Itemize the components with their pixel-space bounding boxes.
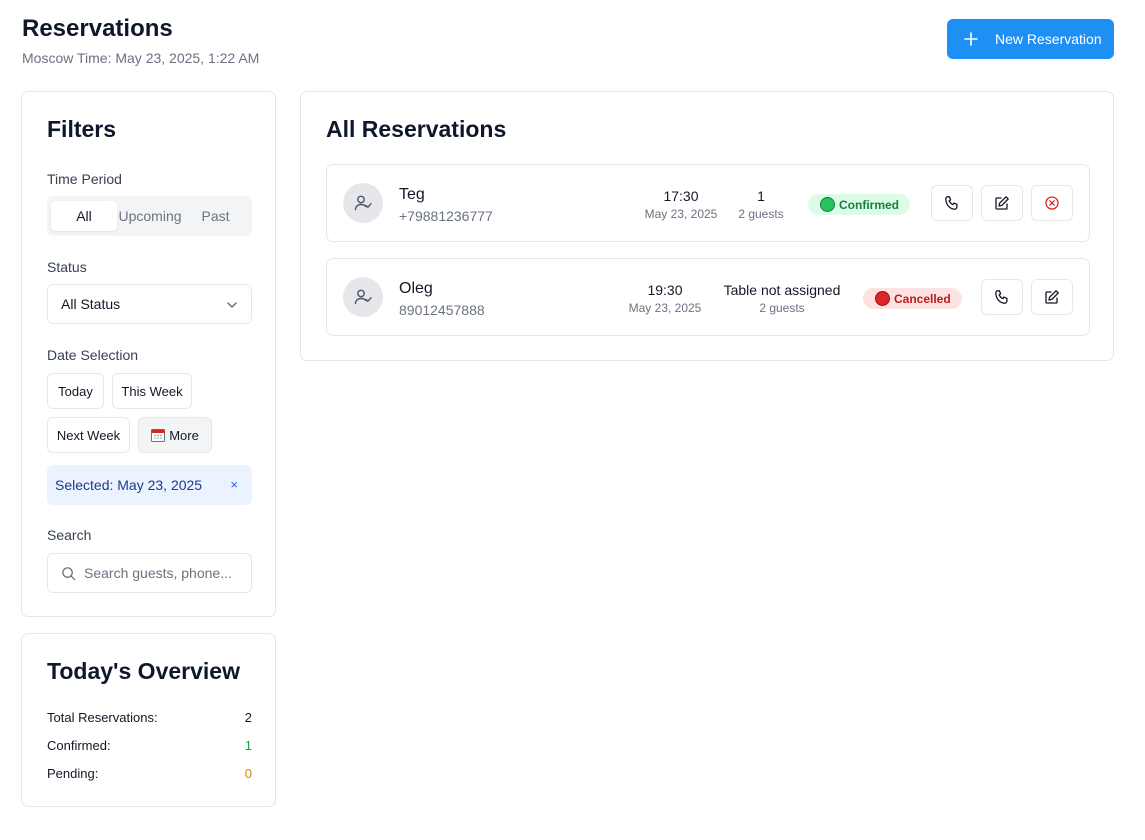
reservation-table-block: 1 2 guests bbox=[731, 188, 791, 221]
search-icon bbox=[62, 566, 76, 580]
time-period-all[interactable]: All bbox=[51, 201, 117, 231]
time-period-label: Time Period bbox=[47, 171, 122, 187]
search-label: Search bbox=[47, 527, 92, 543]
plus-icon bbox=[964, 32, 978, 46]
guest-phone: +79881236777 bbox=[399, 208, 493, 224]
edit-icon bbox=[1045, 290, 1059, 304]
date-more-button[interactable]: More bbox=[138, 417, 212, 453]
status-select-value: All Status bbox=[61, 296, 121, 312]
phone-icon bbox=[945, 196, 958, 210]
reservation-table: Table not assigned bbox=[723, 282, 841, 298]
clear-date-button[interactable]: × bbox=[230, 477, 238, 492]
selected-date-box: Selected: May 23, 2025 × bbox=[47, 465, 252, 505]
overview-pending-label: Pending: bbox=[47, 766, 99, 781]
user-check-icon bbox=[354, 289, 372, 305]
time-period-upcoming[interactable]: Upcoming bbox=[117, 201, 183, 231]
overview-pending-value: 0 bbox=[244, 766, 252, 781]
reservation-time-block: 19:30 May 23, 2025 bbox=[625, 282, 705, 315]
overview-confirmed-row: Confirmed: 1 bbox=[47, 738, 252, 753]
call-button[interactable] bbox=[931, 185, 973, 221]
overview-confirmed-label: Confirmed: bbox=[47, 738, 111, 753]
reservation-row[interactable]: Oleg 89012457888 19:30 May 23, 2025 Tabl… bbox=[326, 258, 1090, 336]
call-button[interactable] bbox=[981, 279, 1023, 315]
reservation-guests: 2 guests bbox=[759, 301, 805, 315]
overview-title: Today's Overview bbox=[47, 658, 240, 684]
page-title: Reservations bbox=[22, 15, 173, 42]
reservation-table: 1 bbox=[757, 188, 765, 204]
overview-total-label: Total Reservations: bbox=[47, 710, 158, 725]
todays-overview-panel: Today's Overview Total Reservations: 2 C… bbox=[21, 633, 276, 807]
overview-pending-row: Pending: 0 bbox=[47, 766, 252, 781]
user-check-icon bbox=[354, 195, 372, 211]
reservation-date: May 23, 2025 bbox=[644, 207, 718, 221]
filters-title: Filters bbox=[47, 116, 117, 142]
status-dot-icon bbox=[875, 291, 890, 306]
all-reservations-panel: All Reservations Teg +79881236777 17:30 … bbox=[300, 91, 1114, 361]
date-this-week-button[interactable]: This Week bbox=[112, 373, 192, 409]
status-select[interactable]: All Status bbox=[47, 284, 252, 324]
reservations-title: All Reservations bbox=[326, 116, 507, 142]
edit-icon bbox=[995, 196, 1009, 210]
edit-button[interactable] bbox=[981, 185, 1023, 221]
phone-icon bbox=[995, 290, 1008, 304]
date-today-button[interactable]: Today bbox=[47, 373, 104, 409]
status-dot-icon bbox=[820, 197, 835, 212]
status-badge: Cancelled bbox=[863, 288, 962, 309]
calendar-icon bbox=[151, 428, 166, 442]
new-reservation-button[interactable]: New Reservation bbox=[947, 19, 1114, 59]
overview-total-value: 2 bbox=[244, 710, 252, 725]
reservation-time: 17:30 bbox=[663, 188, 699, 204]
status-badge-label: Cancelled bbox=[894, 291, 951, 306]
reservation-guests: 2 guests bbox=[738, 207, 784, 221]
status-badge-label: Confirmed bbox=[839, 197, 899, 212]
guest-phone: 89012457888 bbox=[399, 302, 485, 318]
cancel-reservation-button[interactable] bbox=[1031, 185, 1073, 221]
reservation-row[interactable]: Teg +79881236777 17:30 May 23, 2025 1 2 … bbox=[326, 164, 1090, 242]
time-period-past[interactable]: Past bbox=[183, 201, 248, 231]
edit-button[interactable] bbox=[1031, 279, 1073, 315]
cancel-circle-icon bbox=[1045, 196, 1059, 210]
overview-total-row: Total Reservations: 2 bbox=[47, 710, 252, 725]
guest-name: Teg bbox=[399, 186, 425, 203]
filters-panel: Filters Time Period All Upcoming Past St… bbox=[21, 91, 276, 617]
search-input[interactable] bbox=[84, 565, 234, 581]
reservation-time-block: 17:30 May 23, 2025 bbox=[641, 188, 721, 221]
guest-name: Oleg bbox=[399, 280, 433, 297]
date-next-week-button[interactable]: Next Week bbox=[47, 417, 130, 453]
selected-date-text: Selected: May 23, 2025 bbox=[55, 477, 203, 493]
date-more-label: More bbox=[169, 427, 199, 443]
status-badge: Confirmed bbox=[808, 194, 910, 215]
avatar bbox=[343, 277, 383, 317]
reservation-time: 19:30 bbox=[647, 282, 683, 298]
new-reservation-label: New Reservation bbox=[995, 31, 1102, 47]
time-period-toggle: All Upcoming Past bbox=[47, 196, 252, 236]
reservation-date: May 23, 2025 bbox=[628, 301, 702, 315]
date-selection-label: Date Selection bbox=[47, 347, 139, 363]
reservation-table-block: Table not assigned 2 guests bbox=[717, 282, 847, 315]
chevron-down-icon bbox=[227, 302, 237, 308]
avatar bbox=[343, 183, 383, 223]
search-box bbox=[47, 553, 252, 593]
overview-confirmed-value: 1 bbox=[244, 738, 252, 753]
status-label: Status bbox=[47, 259, 87, 275]
moscow-time: Moscow Time: May 23, 2025, 1:22 AM bbox=[22, 50, 260, 66]
